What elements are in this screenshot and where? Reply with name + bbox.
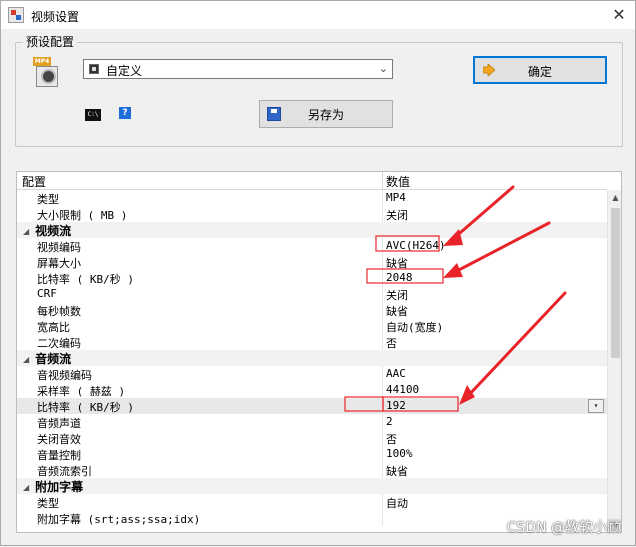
scroll-up-icon[interactable]: ▲ (608, 190, 621, 205)
command-prompt-icon[interactable]: C:\ (85, 109, 101, 121)
grid-row[interactable]: 屏幕大小 缺省 (17, 254, 607, 270)
row-value[interactable]: 自动(宽度) (386, 319, 443, 335)
row-value[interactable]: 关闭 (386, 287, 408, 303)
grid-row[interactable]: 二次编码 否 (17, 334, 607, 350)
row-value[interactable]: 100% (386, 447, 413, 460)
collapse-triangle-icon[interactable]: ◢ (23, 355, 29, 364)
row-name: 采样率 ( 赫兹 ) (37, 385, 126, 398)
row-name: 屏幕大小 (37, 257, 81, 270)
grid-row[interactable]: 类型 自动 (17, 494, 607, 510)
video-settings-window: 视频设置 ✕ 预设配置 MP4 自定义 ⌄ 确定 C:\ ? 另存为 配置 数值… (0, 0, 636, 546)
chevron-down-icon: ⌄ (378, 62, 388, 75)
row-value[interactable]: 否 (386, 335, 397, 351)
row-name: 二次编码 (37, 337, 81, 350)
grid-row[interactable]: 采样率 ( 赫兹 ) 44100 (17, 382, 607, 398)
row-name: 类型 (37, 193, 59, 206)
row-name: CRF (37, 287, 57, 300)
collapse-triangle-icon[interactable]: ◢ (23, 227, 29, 236)
app-icon (8, 7, 24, 23)
grid-row[interactable]: 音频声道 2 (17, 414, 607, 430)
row-value[interactable]: 关闭 (386, 207, 408, 223)
column-header-value: 数值 (386, 175, 411, 189)
row-value[interactable]: AAC (386, 367, 406, 380)
vertical-scrollbar[interactable]: ▲ ▼ (607, 190, 621, 532)
row-value[interactable]: 44100 (386, 383, 419, 396)
grid-row[interactable]: 音量控制 100% (17, 446, 607, 462)
row-name: 大小限制 ( MB ) (37, 209, 128, 222)
grid-row[interactable]: 音频流索引 缺省 (17, 462, 607, 478)
row-name: 音频声道 (37, 417, 81, 430)
row-name: 附加字幕 (srt;ass;ssa;idx) (37, 513, 201, 526)
preset-icon (89, 64, 99, 74)
help-icon[interactable]: ? (119, 107, 131, 119)
settings-property-grid[interactable]: 配置 数值 类型 MP4 大小限制 ( MB ) 关闭 ◢ 视频流视频编码 AVC(H264… (16, 171, 622, 533)
watermark: CSDN @教软小顾 (506, 520, 621, 536)
row-name: 音频流索引 (37, 465, 92, 478)
row-name: 关闭音效 (37, 433, 81, 446)
save-as-button-label: 另存为 (307, 108, 344, 122)
collapse-triangle-icon[interactable]: ◢ (23, 483, 29, 492)
preset-selected-value: 自定义 (106, 64, 143, 78)
grid-row[interactable]: 视频编码 AVC(H264) (17, 238, 607, 254)
close-icon[interactable]: ✕ (603, 1, 635, 29)
category-label: ◢ 附加字幕 (23, 478, 83, 495)
category-text: 附加字幕 (35, 480, 84, 494)
row-value[interactable]: 否 (386, 431, 397, 447)
category-text: 音频流 (35, 352, 72, 366)
row-value[interactable]: MP4 (386, 191, 406, 204)
title-bar: 视频设置 ✕ (1, 1, 635, 29)
grid-row[interactable]: 每秒帧数 缺省 (17, 302, 607, 318)
grid-row[interactable]: 关闭音效 否 (17, 430, 607, 446)
ok-button[interactable]: 确定 (473, 56, 607, 84)
grid-category[interactable]: ◢ 视频流 (17, 222, 607, 238)
grid-category[interactable]: ◢ 附加字幕 (17, 478, 607, 494)
row-name: 每秒帧数 (37, 305, 81, 318)
grid-row[interactable]: 音视频编码 AAC (17, 366, 607, 382)
grid-row[interactable]: 比特率 ( KB/秒 ) 192 ▾ (17, 398, 607, 414)
grid-row[interactable]: CRF 关闭 (17, 286, 607, 302)
save-as-button[interactable]: 另存为 (259, 100, 393, 128)
row-value[interactable]: 自动 (386, 495, 408, 511)
grid-header: 配置 数值 (17, 172, 607, 190)
category-label: ◢ 音频流 (23, 350, 71, 367)
grid-category[interactable]: ◢ 音频流 (17, 350, 607, 366)
row-value[interactable]: 2048 (386, 271, 413, 284)
row-value[interactable]: 192 (386, 399, 406, 412)
scroll-thumb[interactable] (611, 208, 620, 358)
row-name: 宽高比 (37, 321, 70, 334)
row-value[interactable]: AVC(H264) (386, 239, 446, 252)
grid-row[interactable]: 类型 MP4 (17, 190, 607, 206)
category-text: 视频流 (35, 224, 72, 238)
window-title: 视频设置 (31, 10, 80, 24)
row-name: 类型 (37, 497, 59, 510)
preset-group-label: 预设配置 (23, 33, 78, 50)
row-value[interactable]: 缺省 (386, 463, 408, 479)
value-dropdown-icon[interactable]: ▾ (588, 399, 604, 413)
row-name: 视频编码 (37, 241, 81, 254)
row-name: 比特率 ( KB/秒 ) (37, 401, 134, 414)
row-name: 比特率 ( KB/秒 ) (37, 273, 134, 286)
grid-row[interactable]: 比特率 ( KB/秒 ) 2048 (17, 270, 607, 286)
preset-dropdown[interactable]: 自定义 ⌄ (83, 59, 393, 79)
grid-row[interactable]: 宽高比 自动(宽度) (17, 318, 607, 334)
grid-rows: 类型 MP4 大小限制 ( MB ) 关闭 ◢ 视频流 视频编码 AVC(H264) 屏幕大小缺… (17, 190, 607, 526)
grid-row[interactable]: 大小限制 ( MB ) 关闭 (17, 206, 607, 222)
row-value[interactable]: 缺省 (386, 303, 408, 319)
mp4-icon: MP4 (33, 57, 59, 87)
row-name: 音视频编码 (37, 369, 92, 382)
column-header-name: 配置 (22, 175, 47, 189)
category-label: ◢ 视频流 (23, 222, 71, 239)
row-value[interactable]: 2 (386, 415, 393, 428)
ok-button-label: 确定 (527, 65, 552, 79)
row-name: 音量控制 (37, 449, 81, 462)
row-value[interactable]: 缺省 (386, 255, 408, 271)
